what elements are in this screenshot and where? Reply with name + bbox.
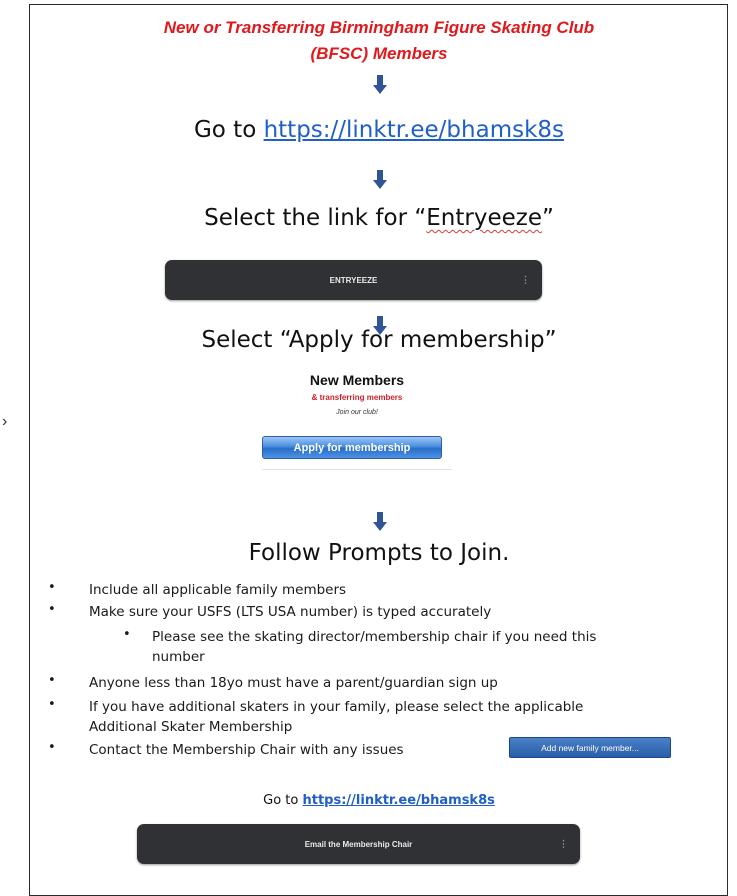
bullet-icon: • [48,580,56,595]
step4-heading: Follow Prompts to Join. [248,540,510,566]
email-membership-chair-button[interactable]: Email the Membership Chair ⋮ [137,824,580,864]
join-club-text: Join our club! [336,409,378,416]
entryeeze-keyword: Entryeeze [426,205,542,231]
side-marker: › [2,413,8,430]
down-arrow-icon [373,75,387,95]
new-members-card: New Members & transferring members Join … [262,368,452,498]
entryeeze-button-label: ENTRYEEZE [329,275,378,285]
footer-link-line: Go to https://linktr.ee/bhamsk8s [29,793,729,808]
bullet-icon: • [48,740,56,755]
new-members-title: New Members [309,372,405,388]
bullet-icon: • [123,627,131,642]
step2-prefix: Select the link for “ [204,205,427,231]
page-title-line1: New or Transferring Birmingham Figure Sk… [163,18,595,37]
step1-prefix: Go to [193,117,264,143]
down-arrow-icon [373,512,387,532]
step2-heading: Select the link for “Entryeeze” [29,205,729,231]
step3-heading: Select “Apply for membership” [201,327,557,353]
card-divider [262,469,452,470]
new-members-subtitle: & transferring members [311,393,403,402]
linktree-link[interactable]: https://linktr.ee/bhamsk8s [264,117,564,143]
step2-suffix: ” [541,205,554,231]
step1-heading: Go to https://linktr.ee/bhamsk8s [29,117,729,143]
entryeeze-button[interactable]: ENTRYEEZE ⋮ [165,260,542,300]
footer-linktree-link[interactable]: https://linktr.ee/bhamsk8s [302,793,494,808]
bullet-icon: • [48,697,56,712]
page-title-line2: (BFSC) Members [310,44,448,63]
kebab-menu-icon: ⋮ [521,274,530,285]
apply-membership-button[interactable]: Apply for membership [262,436,442,459]
down-arrow-icon [373,170,387,190]
email-button-label: Email the Membership Chair [304,839,413,849]
footer-prefix: Go to [263,793,303,808]
bullet-icon: • [48,602,56,617]
bullet-icon: • [48,673,56,688]
kebab-menu-icon: ⋮ [559,838,568,849]
add-family-member-button[interactable]: Add new family member... [509,737,671,758]
